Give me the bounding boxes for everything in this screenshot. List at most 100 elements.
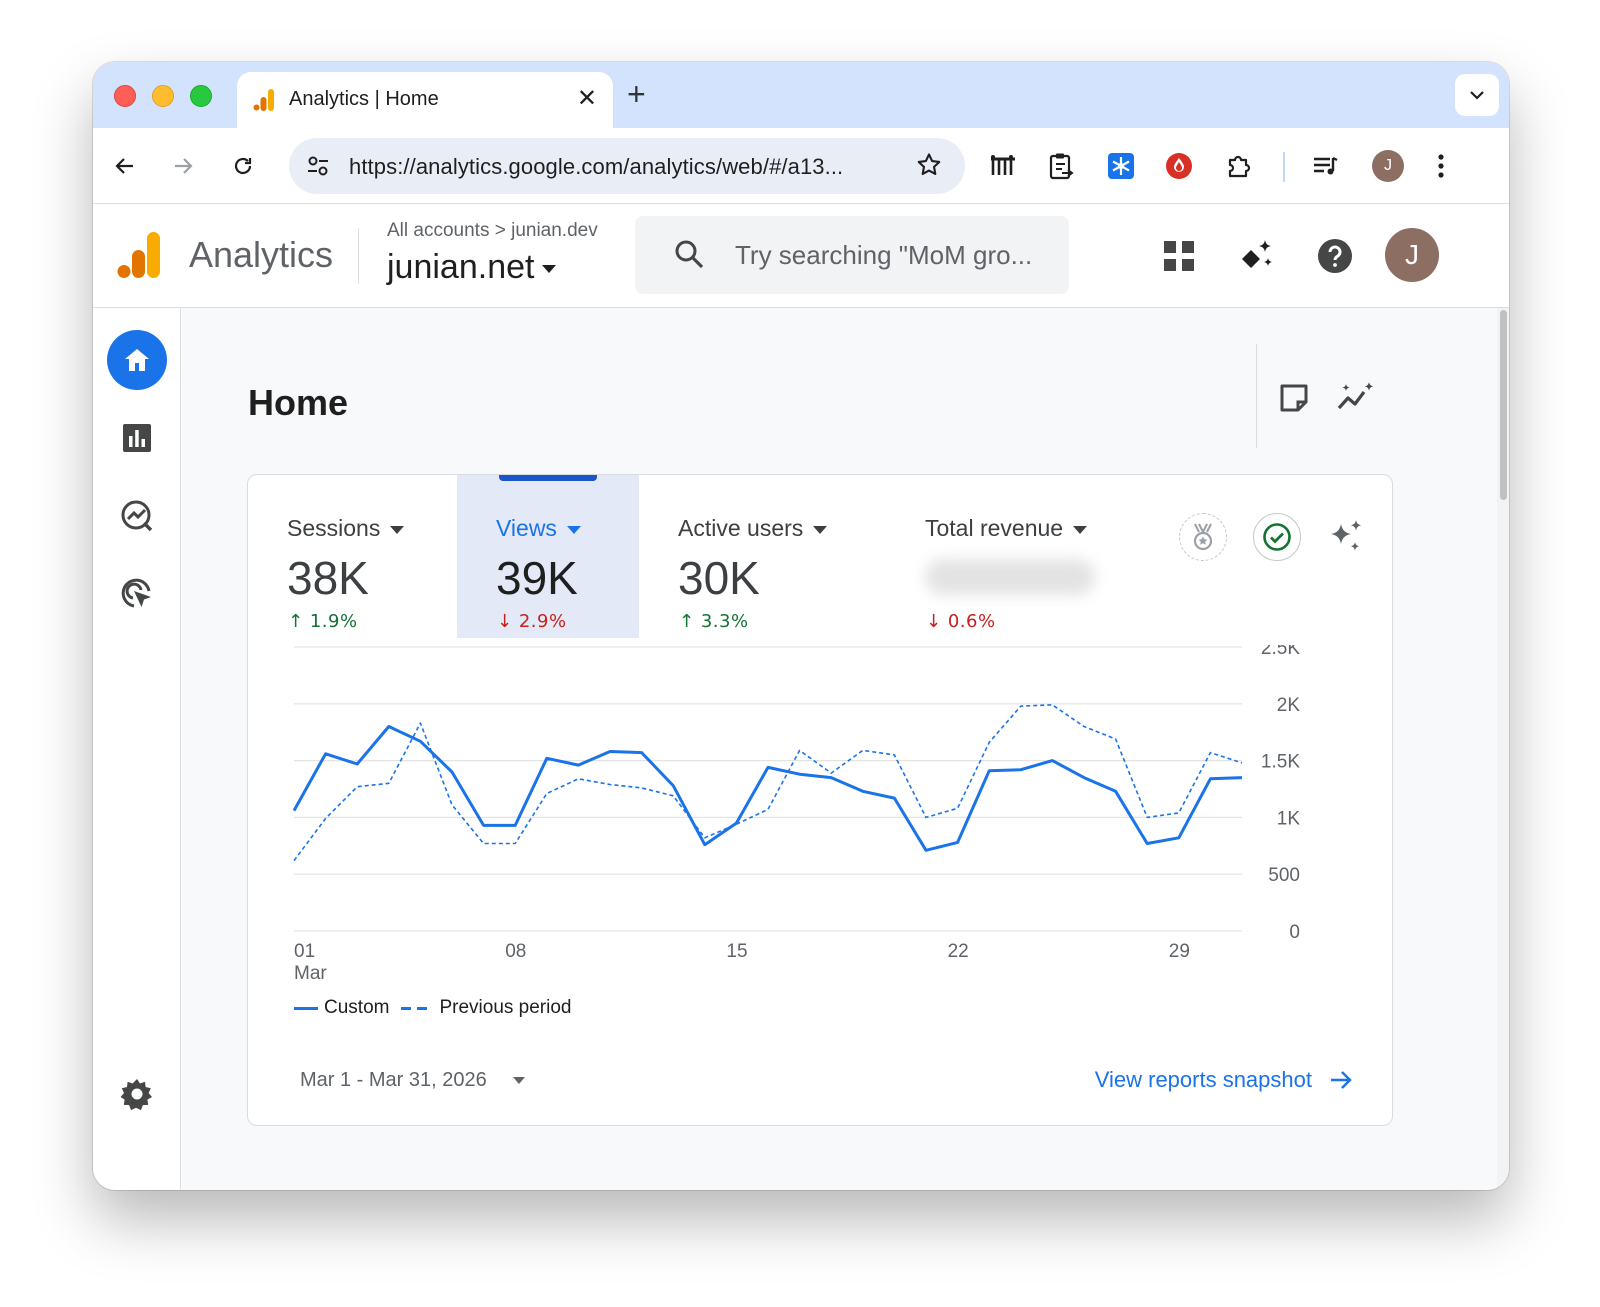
dropdown-caret-icon	[512, 1077, 525, 1085]
metric-label-text: Sessions	[287, 515, 381, 541]
forward-button[interactable]	[165, 148, 201, 184]
bookmark-star-icon[interactable]	[915, 151, 943, 179]
extension-clipboard-button[interactable]	[1043, 148, 1079, 184]
y-tick-label: 0	[1289, 922, 1300, 943]
help-icon	[1318, 239, 1352, 273]
apps-button[interactable]	[1157, 234, 1201, 278]
series-line-previous-period	[293, 704, 1243, 862]
nav-explore[interactable]	[107, 486, 167, 546]
metric-views[interactable]: Views 39K ↓ 2.9%	[457, 475, 639, 638]
metric-change-text: 1.9%	[309, 611, 358, 632]
account-avatar[interactable]: J	[1385, 228, 1439, 282]
search-icon	[675, 240, 704, 269]
minimize-window-button[interactable]	[152, 85, 174, 107]
arrow-up-icon: ↑	[679, 611, 695, 632]
back-button[interactable]	[107, 148, 143, 184]
browser-toolbar: https://analytics.google.com/analytics/w…	[93, 128, 1509, 204]
address-bar[interactable]: https://analytics.google.com/analytics/w…	[289, 138, 965, 194]
tab-close-icon[interactable]: ✕	[577, 84, 597, 113]
selected-indicator	[499, 475, 597, 481]
header-divider	[358, 228, 359, 284]
medal-icon	[1193, 523, 1213, 551]
extensions-button[interactable]	[1221, 148, 1257, 184]
metric-label-total-revenue[interactable]: Total revenue	[925, 515, 1088, 542]
extension-wand-button[interactable]	[985, 148, 1021, 184]
insights-button[interactable]	[1235, 234, 1279, 278]
nav-reports[interactable]	[107, 408, 167, 468]
browser-menu-button[interactable]	[1423, 148, 1459, 184]
data-quality-button[interactable]	[1253, 513, 1301, 561]
legend-solid-swatch	[294, 1006, 318, 1010]
account-breadcrumb[interactable]: All accounts > junian.dev	[387, 220, 598, 242]
metric-label-active-users[interactable]: Active users	[678, 515, 828, 542]
puzzle-piece-icon	[1228, 155, 1251, 178]
kebab-menu-icon	[1438, 154, 1444, 178]
metric-active-users[interactable]: Active users 30K ↑ 3.3%	[639, 475, 869, 638]
view-reports-snapshot-link[interactable]: View reports snapshot	[1095, 1067, 1354, 1093]
forward-arrow-icon	[175, 158, 193, 174]
x-tick-label: 08	[505, 941, 526, 962]
help-button[interactable]	[1313, 234, 1357, 278]
nav-home[interactable]	[107, 330, 167, 390]
achievement-badge-button[interactable]	[1179, 513, 1227, 561]
url-text[interactable]: https://analytics.google.com/analytics/w…	[349, 154, 843, 180]
browser-window: Analytics | Home ✕ + https://analytics.g…	[93, 62, 1509, 1190]
title-divider	[1256, 344, 1257, 448]
y-tick-label: 1K	[1277, 808, 1301, 829]
extension-snowflake-button[interactable]	[1103, 148, 1139, 184]
sparkle-icon	[1331, 520, 1362, 551]
overview-card: Sessions 38K ↑ 1.9% Views 39K ↓ 2.9% Act…	[247, 474, 1393, 1126]
sticky-note-icon	[1280, 384, 1308, 412]
back-arrow-icon	[115, 158, 133, 174]
scrollbar-thumb[interactable]	[1500, 310, 1507, 500]
toolbar-divider	[1283, 152, 1285, 182]
tab-strip: Analytics | Home ✕ +	[93, 62, 1509, 128]
property-selector[interactable]: junian.net	[387, 248, 557, 287]
tab-search-button[interactable]	[1455, 74, 1499, 116]
analytics-favicon-icon	[253, 89, 274, 111]
metric-sessions[interactable]: Sessions 38K ↑ 1.9%	[248, 475, 457, 638]
metric-label-sessions[interactable]: Sessions	[287, 515, 405, 542]
maximize-window-button[interactable]	[190, 85, 212, 107]
metric-label-text: Total revenue	[925, 515, 1064, 541]
extension-drop-button[interactable]	[1161, 148, 1197, 184]
left-navigation-rail	[93, 308, 181, 1190]
reading-list-button[interactable]	[1307, 148, 1343, 184]
extension-wand-icon	[991, 155, 1015, 175]
insights-trend-button[interactable]	[1334, 376, 1378, 420]
x-tick-label: 15	[726, 941, 747, 962]
new-tab-button[interactable]: +	[627, 76, 646, 112]
insights-sparkle-trend-icon	[1337, 382, 1374, 410]
metric-label-text: Active users	[678, 515, 804, 541]
page-scrollbar[interactable]	[1497, 308, 1509, 1190]
reload-icon	[234, 157, 252, 175]
ai-insights-button[interactable]	[1322, 513, 1370, 561]
search-box[interactable]	[635, 216, 1069, 294]
profile-avatar[interactable]: J	[1372, 150, 1404, 182]
site-settings-icon[interactable]	[305, 153, 331, 179]
legend-dashed-swatch	[401, 1006, 430, 1010]
date-range-selector[interactable]: Mar 1 - Mar 31, 2026	[300, 1069, 525, 1092]
nav-advertising[interactable]	[107, 564, 167, 624]
x-month-label: Mar	[294, 963, 327, 984]
close-window-button[interactable]	[114, 85, 136, 107]
metric-change-sessions: ↑ 1.9%	[288, 611, 358, 632]
search-input[interactable]	[735, 240, 1055, 271]
notes-button[interactable]	[1272, 376, 1316, 420]
apps-grid-icon	[1164, 241, 1194, 271]
browser-tab-analytics[interactable]: Analytics | Home ✕	[237, 72, 613, 128]
home-icon	[125, 349, 149, 371]
dropdown-caret-icon	[390, 525, 405, 534]
reload-button[interactable]	[225, 148, 261, 184]
metric-change-views: ↓ 2.9%	[497, 611, 567, 632]
metric-change-total-revenue: ↓ 0.6%	[926, 611, 996, 632]
nav-admin[interactable]	[107, 1064, 167, 1124]
analytics-logo-icon[interactable]	[117, 230, 163, 280]
metric-change-text: 0.6%	[947, 611, 996, 632]
metric-label-views[interactable]: Views	[496, 515, 581, 542]
metric-total-revenue[interactable]: Total revenue ↓ 0.6%	[925, 475, 1175, 638]
arrow-up-icon: ↑	[288, 611, 304, 632]
main-content: Home Sessions 38K ↑ 1.9% Views 39K ↓ 2.9…	[182, 308, 1509, 1190]
settings-gear-icon	[120, 1079, 152, 1111]
arrow-down-icon: ↓	[926, 611, 942, 632]
